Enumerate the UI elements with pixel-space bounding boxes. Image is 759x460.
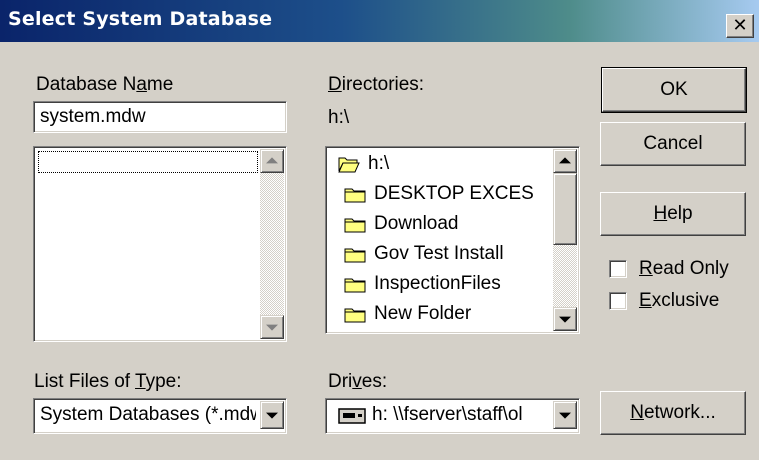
drives-label: Drives:: [328, 371, 388, 392]
drives-select[interactable]: h: \\fserver\staff\ol: [325, 398, 580, 434]
file-type-label: List Files of Type:: [34, 371, 182, 392]
folder-icon: [344, 188, 366, 202]
folder-icon: [344, 248, 366, 262]
dialog-title: Select System Database: [8, 8, 273, 30]
help-button[interactable]: Help: [600, 192, 746, 236]
file-list-scrollbar[interactable]: [260, 149, 284, 339]
read-only-checkbox[interactable]: [609, 260, 627, 278]
select-system-database-dialog: Select System Database ✕ Database Name s…: [0, 0, 759, 460]
scroll-thumb[interactable]: [553, 173, 577, 245]
exclusive-label[interactable]: Exclusive: [639, 290, 719, 312]
database-name-label: Database Name: [36, 74, 174, 95]
arrow-down-icon: [266, 324, 278, 331]
file-list[interactable]: [33, 146, 287, 342]
directory-item[interactable]: h:\: [338, 151, 389, 177]
file-type-dropdown-button[interactable]: [260, 401, 284, 429]
folder-icon: [344, 308, 366, 322]
database-name-value: system.mdw: [40, 106, 146, 127]
current-directory-path: h:\: [328, 107, 350, 128]
directory-list[interactable]: h:\ DESKTOP EXCES Download Gov Test Inst…: [325, 146, 580, 334]
folder-icon: [344, 218, 366, 232]
directories-label: Directories:: [328, 74, 425, 95]
scroll-down-button[interactable]: [260, 315, 284, 339]
chevron-down-icon: [266, 412, 278, 419]
directory-item[interactable]: New Folder: [344, 301, 471, 327]
cancel-button[interactable]: Cancel: [600, 122, 746, 166]
drives-dropdown-button[interactable]: [553, 401, 577, 429]
exclusive-checkbox[interactable]: [609, 292, 627, 310]
network-button[interactable]: Network...: [600, 391, 746, 435]
file-list-focus-item[interactable]: [38, 151, 258, 173]
directory-list-scrollbar[interactable]: [553, 149, 577, 331]
open-folder-icon: [338, 157, 360, 172]
chevron-down-icon: [559, 412, 571, 419]
network-drive-icon: [338, 408, 366, 424]
directory-item[interactable]: InspectionFiles: [344, 271, 501, 297]
read-only-label[interactable]: Read Only: [639, 258, 729, 280]
title-bar[interactable]: Select System Database ✕: [0, 0, 759, 42]
directory-item[interactable]: DESKTOP EXCES: [344, 181, 534, 207]
database-name-input[interactable]: system.mdw: [33, 101, 287, 133]
arrow-up-icon: [266, 157, 278, 164]
folder-icon: [344, 278, 366, 292]
directory-item[interactable]: Gov Test Install: [344, 241, 504, 267]
arrow-up-icon: [559, 157, 571, 164]
scroll-up-button[interactable]: [260, 149, 284, 173]
close-icon: ✕: [732, 15, 748, 36]
scroll-up-button[interactable]: [553, 149, 577, 173]
scroll-down-button[interactable]: [553, 307, 577, 331]
file-type-value: System Databases (*.mdw): [40, 404, 256, 425]
file-type-select[interactable]: System Databases (*.mdw): [33, 398, 287, 434]
ok-button[interactable]: OK: [601, 67, 747, 113]
arrow-down-icon: [559, 316, 571, 323]
close-button[interactable]: ✕: [726, 14, 754, 38]
drives-value: h: \\fserver\staff\ol: [372, 404, 523, 425]
directory-item[interactable]: Download: [344, 211, 459, 237]
